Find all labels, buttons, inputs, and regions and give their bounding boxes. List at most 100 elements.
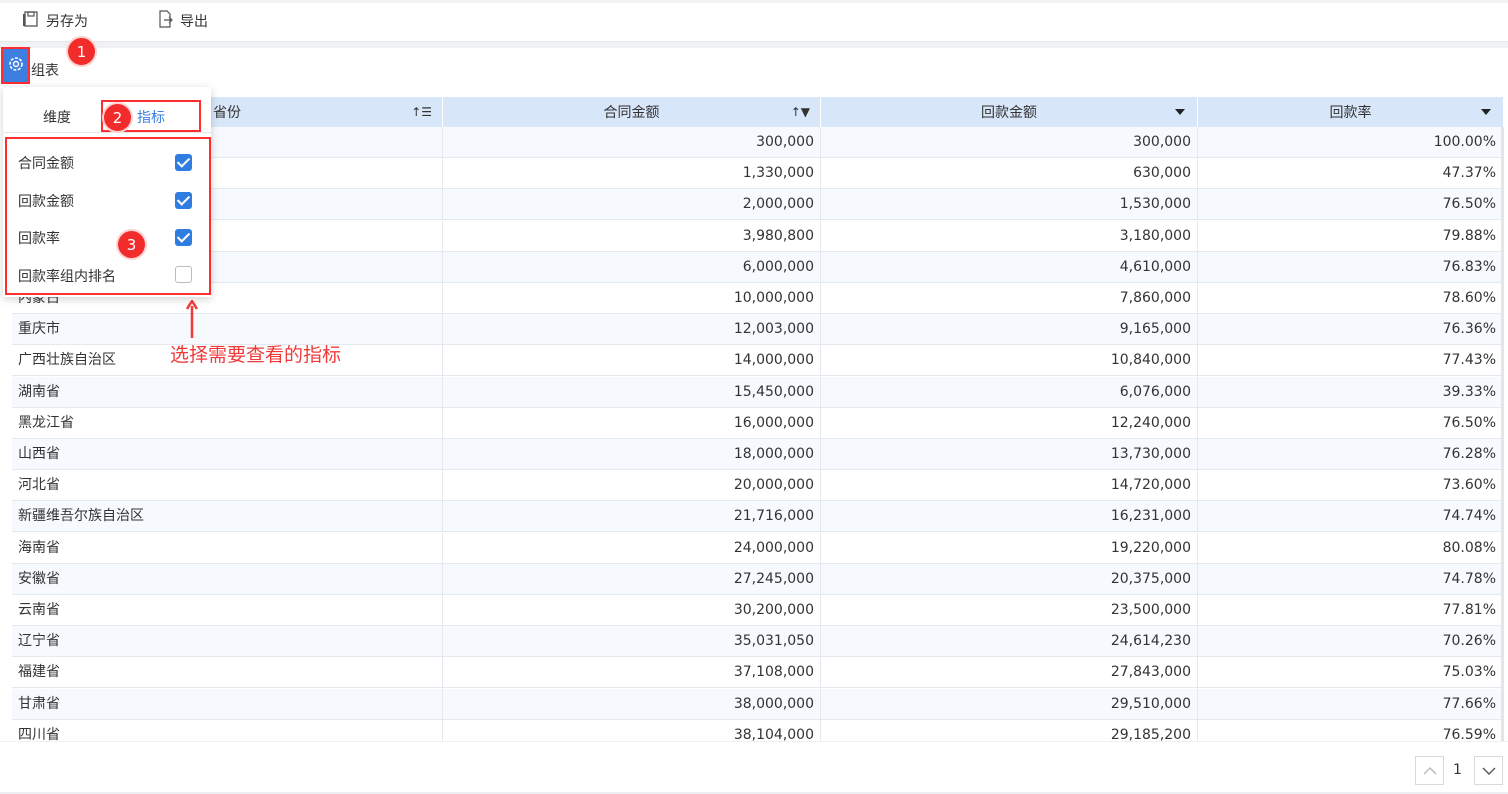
table-row[interactable]: 河北省 20,000,000 14,720,000 73.60% [12,470,1503,502]
cell-contract-amount: 27,245,000 [443,563,821,595]
cell-contract-amount: 37,108,000 [443,657,821,689]
header-contract-amount[interactable]: 合同金额 ↑▼ [443,97,821,127]
cell-payment-amount: 29,510,000 [821,688,1198,720]
dropdown-icon[interactable] [1481,109,1491,115]
header-label: 回款金额 [981,105,1037,121]
pagination-bar: 1 [0,741,1508,794]
table-row[interactable]: 福建省 37,108,000 27,843,000 75.03% [12,657,1503,689]
sort-filter-icon[interactable]: ↑▼ [791,105,810,119]
cell-payment-amount: 12,240,000 [821,407,1198,439]
cell-payment-rate: 78.60% [1198,283,1503,314]
checkbox-contract[interactable] [175,154,192,171]
cell-payment-rate: 75.03% [1198,657,1503,689]
cell-contract-amount: 1,330,000 [443,158,821,190]
cell-contract-amount: 35,031,050 [443,626,821,658]
prev-page-button[interactable] [1415,756,1444,785]
header-label: 合同金额 [603,105,660,121]
metric-item-rank: 回款率组内排名 [18,269,116,285]
cell-payment-rate: 39.33% [1198,376,1503,408]
cell-payment-rate: 100.00% [1198,127,1503,158]
page-number: 1 [1453,762,1462,778]
cell-payment-amount: 630,000 [821,158,1198,190]
cell-province: 云南省 [12,595,443,626]
table-row[interactable]: 山西省 18,000,000 13,730,000 76.28% [12,439,1503,470]
save-as-label: 另存为 [46,14,88,30]
cell-province: 湖南省 [12,376,443,408]
table-row[interactable]: 6,000,000 4,610,000 76.83% [12,251,1503,283]
table-row[interactable]: 甘肃省 38,000,000 29,510,000 77.66% [12,688,1503,720]
table-row[interactable]: 300,000 300,000 100.00% [12,127,1503,158]
metric-item-rate: 回款率 [18,231,60,247]
cell-province: 辽宁省 [12,626,443,658]
table-row[interactable]: 新疆维吾尔族自治区 21,716,000 16,231,000 74.74% [12,501,1503,533]
cell-payment-amount: 4,610,000 [821,251,1198,283]
cell-payment-amount: 19,220,000 [821,532,1198,564]
cell-contract-amount: 38,104,000 [443,719,821,741]
save-icon [22,10,40,32]
cell-contract-amount: 2,000,000 [443,189,821,221]
sort-icon[interactable]: ↑☰ [411,105,432,119]
metric-item-contract: 合同金额 [18,156,74,172]
dropdown-icon[interactable] [1175,109,1185,115]
cell-province: 山西省 [12,439,443,470]
cell-payment-rate: 80.08% [1198,532,1503,564]
cell-payment-amount: 29,185,200 [821,719,1198,741]
cell-province: 安徽省 [12,563,443,595]
cell-contract-amount: 10,000,000 [443,283,821,314]
cell-payment-rate: 73.60% [1198,470,1503,502]
settings-gear-button[interactable] [1,47,30,84]
header-label: 省份 [213,105,241,121]
cell-contract-amount: 300,000 [443,127,821,158]
checkbox-rate[interactable] [175,229,192,246]
table-row[interactable]: 海南省 24,000,000 19,220,000 80.08% [12,532,1503,564]
cell-contract-amount: 30,200,000 [443,595,821,626]
cell-contract-amount: 14,000,000 [443,345,821,377]
cell-contract-amount: 24,000,000 [443,532,821,564]
header-payment-amount[interactable]: 回款金额 [821,97,1198,127]
cell-province: 海南省 [12,532,443,564]
cell-payment-rate: 47.37% [1198,158,1503,190]
top-divider [0,0,1508,3]
cell-contract-amount: 21,716,000 [443,501,821,533]
vertical-scrollbar[interactable] [1501,127,1504,741]
next-page-button[interactable] [1474,756,1503,785]
cell-contract-amount: 6,000,000 [443,251,821,283]
table-row[interactable]: 云南省 30,200,000 23,500,000 77.81% [12,595,1503,626]
table-header: 省份 ↑☰ 合同金额 ↑▼ 回款金额 回款率 [12,97,1503,127]
table-row[interactable]: 黑龙江省 16,000,000 12,240,000 76.50% [12,407,1503,439]
cell-contract-amount: 15,450,000 [443,376,821,408]
cell-payment-amount: 300,000 [821,127,1198,158]
cell-payment-amount: 27,843,000 [821,657,1198,689]
cell-payment-rate: 77.81% [1198,595,1503,626]
cell-province: 甘肃省 [12,688,443,720]
cell-payment-rate: 76.59% [1198,719,1503,741]
widget-title: 组表 [31,63,59,79]
table-row[interactable]: 2,000,000 1,530,000 76.50% [12,189,1503,221]
chevron-down-icon [1482,767,1495,775]
table-row[interactable]: 安徽省 27,245,000 20,375,000 74.78% [12,563,1503,595]
export-button[interactable]: 导出 [156,10,208,32]
cell-payment-rate: 76.36% [1198,314,1503,346]
cell-payment-rate: 76.83% [1198,251,1503,283]
table-row[interactable]: 1,330,000 630,000 47.37% [12,158,1503,190]
cell-payment-amount: 7,860,000 [821,283,1198,314]
checkbox-rank[interactable] [175,266,192,283]
table-row[interactable]: 辽宁省 35,031,050 24,614,230 70.26% [12,626,1503,658]
cell-payment-rate: 76.28% [1198,439,1503,470]
annotation-badge-1: 1 [68,38,95,65]
cell-payment-amount: 23,500,000 [821,595,1198,626]
table-row[interactable]: 3,980,800 3,180,000 79.88% [12,220,1503,252]
cell-payment-amount: 1,530,000 [821,189,1198,221]
header-payment-rate[interactable]: 回款率 [1198,97,1503,127]
annotation-note: 选择需要查看的指标 [170,344,342,366]
cell-payment-amount: 13,730,000 [821,439,1198,470]
table-row[interactable]: 四川省 38,104,000 29,185,200 76.59% [12,719,1503,741]
header-label: 回款率 [1329,105,1372,121]
section-divider [0,42,1508,48]
table-row[interactable]: 湖南省 15,450,000 6,076,000 39.33% [12,376,1503,408]
save-as-button[interactable]: 另存为 [22,10,88,32]
tab-dimension[interactable]: 维度 [43,107,71,127]
cell-payment-amount: 16,231,000 [821,501,1198,533]
table-row[interactable]: 内蒙古 10,000,000 7,860,000 78.60% [12,283,1503,314]
checkbox-payment[interactable] [175,192,192,209]
